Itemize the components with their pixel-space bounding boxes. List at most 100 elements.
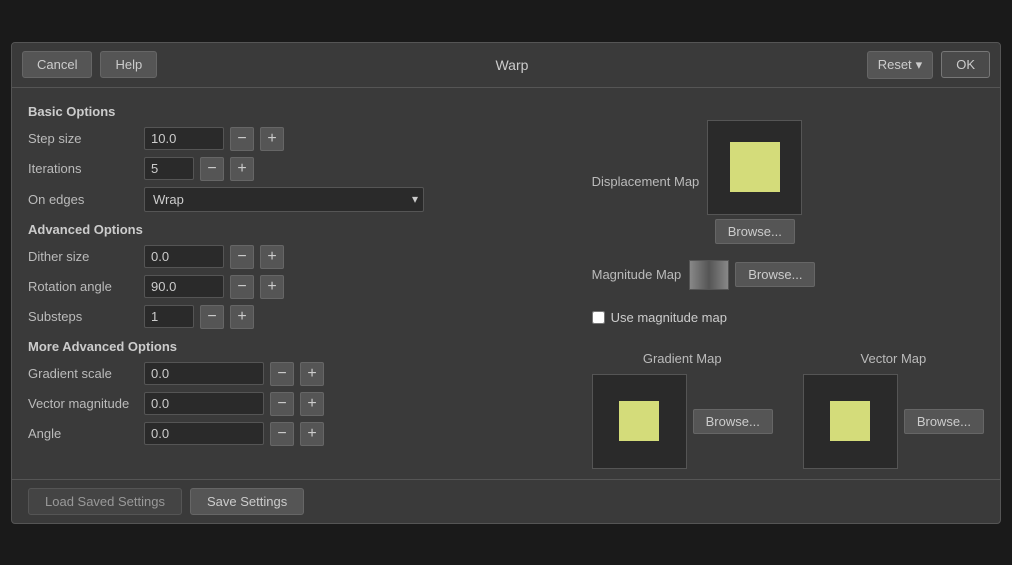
- gradient-scale-minus-button[interactable]: −: [270, 362, 294, 386]
- vector-browse-button[interactable]: Browse...: [904, 409, 984, 434]
- minus-icon: −: [237, 249, 246, 265]
- rotation-minus-button[interactable]: −: [230, 275, 254, 299]
- displacement-map-swatch: [730, 142, 780, 192]
- gradient-scale-input[interactable]: [144, 362, 264, 385]
- step-size-input[interactable]: [144, 127, 224, 150]
- help-button[interactable]: Help: [100, 51, 157, 78]
- iterations-input[interactable]: [144, 157, 194, 180]
- plus-icon: +: [307, 426, 316, 442]
- iterations-label: Iterations: [28, 161, 138, 176]
- vector-magnitude-row: Vector magnitude − +: [28, 392, 572, 416]
- on-edges-select-wrap: Wrap Smear Black ▾: [144, 187, 424, 212]
- chevron-down-icon: ▾: [916, 57, 923, 73]
- footer: Load Saved Settings Save Settings: [12, 479, 1000, 523]
- angle-row: Angle − +: [28, 422, 572, 446]
- vector-magnitude-label: Vector magnitude: [28, 396, 138, 411]
- iterations-minus-button[interactable]: −: [200, 157, 224, 181]
- right-panel: Displacement Map Browse... Magnitude Map…: [592, 98, 984, 469]
- vector-magnitude-plus-button[interactable]: +: [300, 392, 324, 416]
- dither-size-input[interactable]: [144, 245, 224, 268]
- gradient-browse-button[interactable]: Browse...: [693, 409, 773, 434]
- load-settings-button[interactable]: Load Saved Settings: [28, 488, 182, 515]
- main-content: Basic Options Step size − + Iterations −…: [12, 88, 1000, 479]
- on-edges-row: On edges Wrap Smear Black ▾: [28, 187, 572, 212]
- step-size-minus-button[interactable]: −: [230, 127, 254, 151]
- magnitude-map-swatch: [689, 260, 729, 290]
- dither-minus-button[interactable]: −: [230, 245, 254, 269]
- save-settings-button[interactable]: Save Settings: [190, 488, 304, 515]
- substeps-minus-button[interactable]: −: [200, 305, 224, 329]
- dither-size-label: Dither size: [28, 249, 138, 264]
- dialog-title: Warp: [165, 57, 858, 73]
- use-magnitude-checkbox[interactable]: [592, 311, 605, 324]
- vector-map-group: Vector Map Browse...: [803, 351, 984, 469]
- substeps-label: Substeps: [28, 309, 138, 324]
- angle-label: Angle: [28, 426, 138, 441]
- use-magnitude-label: Use magnitude map: [611, 310, 727, 325]
- gradient-scale-row: Gradient scale − +: [28, 362, 572, 386]
- gradient-map-label: Gradient Map: [643, 351, 722, 366]
- advanced-options-title: Advanced Options: [28, 222, 572, 237]
- magnitude-map-label: Magnitude Map: [592, 267, 682, 282]
- plus-icon: +: [267, 279, 276, 295]
- substeps-plus-button[interactable]: +: [230, 305, 254, 329]
- gradient-scale-plus-button[interactable]: +: [300, 362, 324, 386]
- on-edges-select[interactable]: Wrap Smear Black: [144, 187, 424, 212]
- titlebar: Cancel Help Warp Reset ▾ OK: [12, 43, 1000, 88]
- vector-map-swatch: [830, 401, 870, 441]
- angle-minus-button[interactable]: −: [270, 422, 294, 446]
- dither-plus-button[interactable]: +: [260, 245, 284, 269]
- reset-button[interactable]: Reset ▾: [867, 51, 934, 79]
- minus-icon: −: [237, 279, 246, 295]
- plus-icon: +: [267, 131, 276, 147]
- gradient-map-swatch: [619, 401, 659, 441]
- minus-icon: −: [277, 426, 286, 442]
- vector-magnitude-minus-button[interactable]: −: [270, 392, 294, 416]
- rotation-plus-button[interactable]: +: [260, 275, 284, 299]
- warp-dialog: Cancel Help Warp Reset ▾ OK Basic Option…: [11, 42, 1001, 524]
- minus-icon: −: [277, 366, 286, 382]
- minus-icon: −: [277, 396, 286, 412]
- rotation-angle-label: Rotation angle: [28, 279, 138, 294]
- left-panel: Basic Options Step size − + Iterations −…: [28, 98, 572, 469]
- iterations-plus-button[interactable]: +: [230, 157, 254, 181]
- minus-icon: −: [237, 131, 246, 147]
- basic-options-title: Basic Options: [28, 104, 572, 119]
- reset-label: Reset: [878, 57, 912, 72]
- angle-input[interactable]: [144, 422, 264, 445]
- plus-icon: +: [307, 366, 316, 382]
- on-edges-label: On edges: [28, 192, 138, 207]
- plus-icon: +: [237, 309, 246, 325]
- gradient-map-preview: [592, 374, 687, 469]
- step-size-label: Step size: [28, 131, 138, 146]
- plus-icon: +: [307, 396, 316, 412]
- angle-plus-button[interactable]: +: [300, 422, 324, 446]
- step-size-row: Step size − +: [28, 127, 572, 151]
- magnitude-map-section: Magnitude Map Browse...: [592, 260, 984, 290]
- step-size-plus-button[interactable]: +: [260, 127, 284, 151]
- rotation-angle-row: Rotation angle − +: [28, 275, 572, 299]
- use-magnitude-row: Use magnitude map: [592, 310, 984, 325]
- rotation-angle-input[interactable]: [144, 275, 224, 298]
- displacement-browse-button[interactable]: Browse...: [715, 219, 795, 244]
- magnitude-browse-button[interactable]: Browse...: [735, 262, 815, 287]
- vector-magnitude-input[interactable]: [144, 392, 264, 415]
- dither-size-row: Dither size − +: [28, 245, 572, 269]
- vector-map-label: Vector Map: [861, 351, 927, 366]
- vector-map-preview: [803, 374, 898, 469]
- cancel-button[interactable]: Cancel: [22, 51, 92, 78]
- ok-button[interactable]: OK: [941, 51, 990, 78]
- gradient-map-group: Gradient Map Browse...: [592, 351, 773, 469]
- plus-icon: +: [267, 249, 276, 265]
- plus-icon: +: [237, 161, 246, 177]
- substeps-row: Substeps − +: [28, 305, 572, 329]
- iterations-row: Iterations − +: [28, 157, 572, 181]
- displacement-map-preview: [707, 120, 802, 215]
- more-advanced-options-title: More Advanced Options: [28, 339, 572, 354]
- gradient-scale-label: Gradient scale: [28, 366, 138, 381]
- minus-icon: −: [207, 309, 216, 325]
- substeps-input[interactable]: [144, 305, 194, 328]
- bottom-maps-section: Gradient Map Browse... Vector Map: [592, 351, 984, 469]
- displacement-map-label: Displacement Map: [592, 174, 700, 189]
- displacement-map-section: Displacement Map Browse...: [592, 120, 984, 244]
